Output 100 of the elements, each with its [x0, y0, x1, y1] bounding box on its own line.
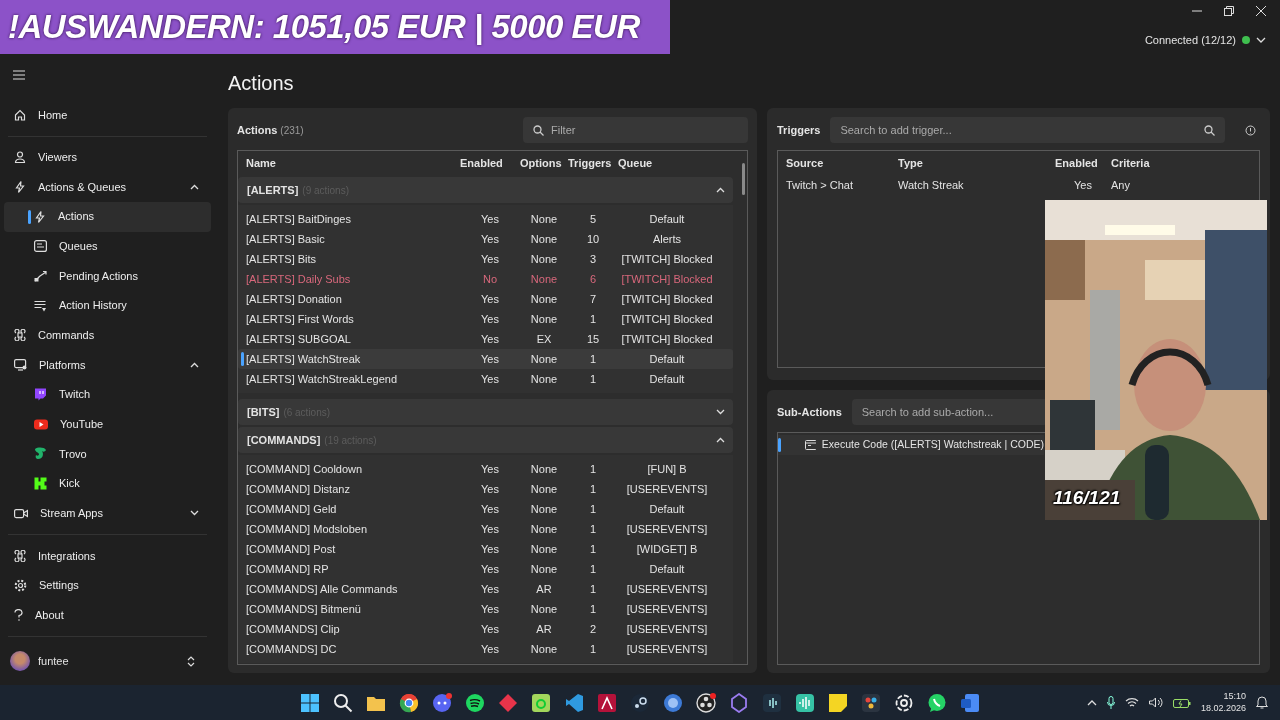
chevron-up-icon	[716, 437, 725, 443]
action-row[interactable]: [ALERTS] Bits Yes None 3 [TWITCH] Blocked	[238, 249, 733, 269]
sub-action-item[interactable]: Execute Code ([ALERTS] Watchstreak | CODE)	[778, 435, 1044, 455]
column-header[interactable]: Enabled	[460, 154, 520, 172]
action-row[interactable]: [COMMANDS] Bitmenü Yes None 1 [USEREVENTS]	[238, 599, 733, 619]
action-row[interactable]: [ALERTS] Donation Yes None 7 [TWITCH] Blocked	[238, 289, 733, 309]
browser-icon[interactable]	[399, 692, 419, 713]
menu-icon[interactable]	[13, 70, 25, 80]
action-row[interactable]: [COMMANDS] DC Yes None 1 [USEREVENTS]	[238, 639, 733, 659]
action-row[interactable]: [COMMAND] Geld Yes None 1 Default	[238, 499, 733, 519]
filter-field[interactable]: Filter	[523, 117, 748, 143]
volume-icon[interactable]	[1148, 697, 1163, 708]
sidebar-item[interactable]: Stream Apps	[4, 498, 211, 528]
sidebar-item[interactable]: Trovo	[4, 439, 211, 469]
code-editor-icon[interactable]	[564, 692, 584, 713]
action-row[interactable]: [ALERTS] BaitDinges Yes None 5 Default	[238, 209, 733, 229]
sidebar-item[interactable]: About	[4, 600, 211, 630]
action-row[interactable]: [COMMAND] Modsloben Yes None 1 [USEREVENTS]	[238, 519, 733, 539]
recorder-icon[interactable]	[696, 692, 716, 713]
table-cell-text: 1	[588, 461, 598, 477]
sidebar-item[interactable]: Integrations	[4, 540, 211, 571]
app-icon[interactable]	[597, 692, 617, 713]
sidebar-item[interactable]: Settings	[4, 570, 211, 601]
arrows-icon	[34, 270, 47, 282]
table-cell-text: None	[529, 271, 559, 287]
scrollbar-thumb[interactable]	[742, 163, 745, 195]
table-cell-text: None	[529, 461, 559, 477]
sidebar-item[interactable]: Platforms	[4, 350, 211, 380]
sidebar-item[interactable]: YouTube	[4, 409, 211, 440]
video-editor-icon[interactable]	[861, 692, 881, 713]
action-row[interactable]: [COMMANDS] Clip Yes AR 2 [USEREVENTS]	[238, 619, 733, 639]
search-icon[interactable]	[333, 692, 353, 713]
action-name: [ALERTS] SUBGOAL	[246, 331, 352, 347]
knot-icon[interactable]	[894, 692, 914, 713]
action-row[interactable]: [COMMAND] Cooldown Yes None 1 [FUN] B	[238, 459, 733, 479]
sub-action-search-field[interactable]: Search to add sub-action...	[851, 399, 1048, 425]
clock-time[interactable]: 15:10	[1200, 691, 1246, 703]
column-header[interactable]: Criteria	[1111, 154, 1259, 172]
chevron-up-icon[interactable]	[1086, 699, 1097, 706]
table-cell-text: Default	[648, 501, 686, 517]
queue-icon	[34, 240, 47, 253]
user-menu[interactable]: funtee	[4, 643, 211, 679]
sticky-note-icon[interactable]	[828, 692, 848, 713]
action-row[interactable]: [ALERTS] WatchStreak Yes None 1 Default	[238, 349, 733, 369]
microphone-icon[interactable]	[1106, 696, 1115, 709]
connection-status: Connected (12/12)	[1144, 33, 1236, 48]
table-cell-text: None	[529, 351, 559, 367]
youtube-icon	[34, 418, 48, 430]
action-name: [COMMAND] Distanz	[246, 481, 351, 497]
sidebar-item[interactable]: Home	[4, 100, 211, 130]
column-header[interactable]: Queue	[618, 154, 716, 172]
close-icon[interactable]	[1256, 6, 1266, 16]
action-name: [ALERTS] First Words	[246, 311, 355, 327]
music-app-icon[interactable]	[465, 692, 485, 713]
column-header[interactable]: Enabled	[1055, 154, 1111, 172]
trigger-search-field[interactable]: Search to add trigger...	[830, 117, 1225, 143]
start-icon[interactable]	[300, 692, 320, 713]
sidebar-item[interactable]: Actions	[4, 201, 211, 232]
clock-date[interactable]: 18.02.2026	[1200, 702, 1246, 714]
action-row[interactable]: [COMMAND] RP Yes None 1 Default	[238, 559, 733, 579]
sidebar-item[interactable]: Actions & Queues	[4, 172, 211, 202]
diamond-icon[interactable]	[498, 692, 518, 713]
document-icon[interactable]	[960, 692, 980, 713]
action-row[interactable]: [ALERTS] WatchStreakLegend Yes None 1 Default	[238, 369, 733, 389]
sidebar-item[interactable]: Pending Actions	[4, 261, 211, 291]
action-name: [COMMAND] Post	[246, 541, 337, 557]
search-icon	[1204, 124, 1215, 136]
column-header[interactable]: Source	[786, 154, 898, 172]
action-row[interactable]: [COMMAND] Post Yes None 1 [WIDGET] B	[238, 539, 733, 559]
action-row[interactable]: [COMMAND] Distanz Yes None 1 [USEREVENTS]	[238, 479, 733, 499]
notification-bell-icon[interactable]	[1256, 696, 1268, 709]
chevron-down-icon[interactable]	[1256, 37, 1266, 44]
column-header[interactable]: Name	[246, 154, 460, 172]
phone-chat-icon[interactable]	[927, 692, 947, 713]
sidebar-item[interactable]: Action History	[4, 290, 211, 321]
info-icon[interactable]	[1245, 124, 1256, 136]
audio-app-icon[interactable]	[795, 692, 815, 713]
sidebar-item[interactable]: Commands	[4, 320, 211, 351]
kick-icon	[34, 477, 47, 490]
audio-app-icon[interactable]	[762, 692, 782, 713]
column-header[interactable]: Options	[520, 154, 568, 172]
action-row[interactable]: [COMMANDS] Alle Commands Yes AR 1 [USEREVENTS]	[238, 579, 733, 599]
column-header[interactable]: Type	[898, 154, 1055, 172]
action-row[interactable]: [ALERTS] Basic Yes None 10 Alerts	[238, 229, 733, 249]
wifi-icon[interactable]	[1124, 697, 1139, 708]
chat-app-icon[interactable]	[432, 692, 452, 713]
table-cell-text: 5	[588, 211, 598, 227]
sidebar-item[interactable]: Queues	[4, 231, 211, 262]
game-store-icon[interactable]	[630, 692, 650, 713]
sidebar-item[interactable]: Twitch	[4, 379, 211, 410]
column-header[interactable]: Triggers	[568, 154, 618, 172]
circle-app-icon[interactable]	[663, 692, 683, 713]
table-cell-text: 1	[588, 481, 598, 497]
sidebar-item[interactable]: Kick	[4, 468, 211, 499]
sidebar-item[interactable]: Viewers	[4, 142, 211, 173]
app-icon[interactable]	[531, 692, 551, 713]
action-row[interactable]: [ALERTS] First Words Yes None 1 [TWITCH] Blocked	[238, 309, 733, 329]
battery-icon[interactable]	[1172, 697, 1191, 708]
restore-icon[interactable]	[1224, 6, 1234, 16]
action-row[interactable]: [ALERTS] SUBGOAL Yes EX 15 [TWITCH] Blocked	[238, 329, 733, 349]
